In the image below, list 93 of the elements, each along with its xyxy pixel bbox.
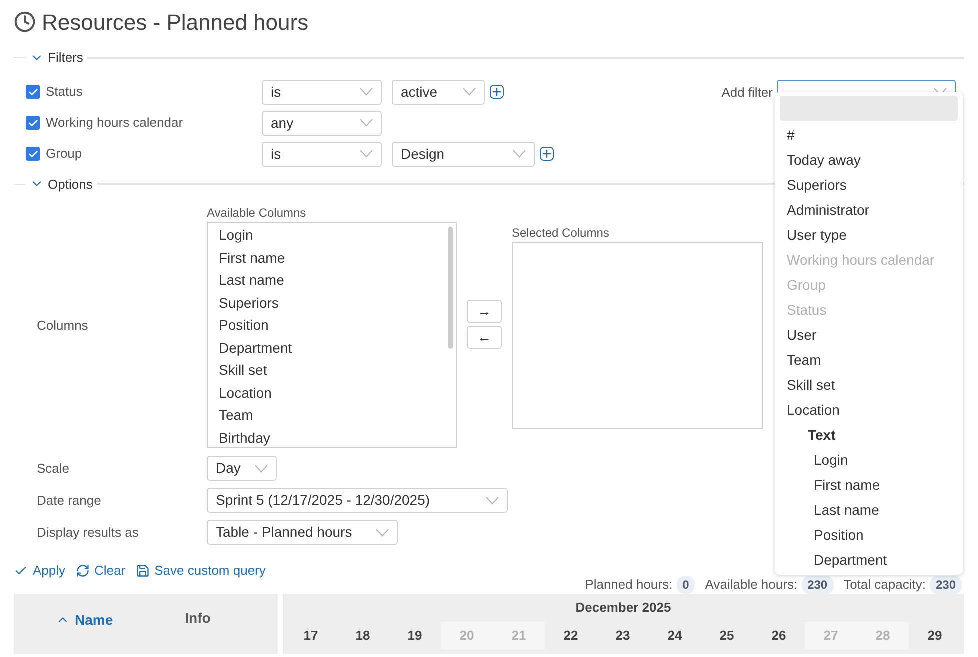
- day-header: 28: [857, 622, 909, 650]
- chevron-icon: [513, 150, 526, 158]
- clock-icon: [14, 11, 36, 33]
- menu-option[interactable]: Login: [780, 448, 958, 473]
- list-option[interactable]: Login: [208, 224, 258, 246]
- name-column-header[interactable]: Name: [56, 610, 114, 630]
- day-header: 22: [562, 626, 580, 644]
- menu-option[interactable]: User: [780, 323, 958, 348]
- list-label: Selected Columns: [512, 225, 610, 242]
- filter-label: Working hours calendar: [46, 114, 184, 132]
- action-link[interactable]: Clear: [76, 561, 126, 580]
- menu-option[interactable]: Location: [780, 398, 958, 423]
- checkbox[interactable]: [26, 85, 40, 99]
- add-value-icon[interactable]: [490, 85, 504, 99]
- summary-label: Total capacity:: [844, 576, 926, 594]
- list-option[interactable]: Superiors: [208, 292, 283, 314]
- chevron-icon: [376, 528, 389, 536]
- menu-option[interactable]: Department: [780, 548, 958, 573]
- summary-value: 0: [676, 576, 696, 594]
- day-header: 18: [354, 626, 372, 644]
- chevron-icon: [360, 119, 373, 127]
- value-select[interactable]: active: [392, 80, 485, 104]
- move-button[interactable]: →: [467, 300, 502, 323]
- list-option[interactable]: Skill set: [208, 359, 272, 382]
- option-label: Date range: [37, 492, 102, 510]
- month-heading: December 2025: [576, 598, 672, 617]
- summary-value: 230: [930, 576, 962, 594]
- day-header: 23: [614, 626, 632, 644]
- menu-option[interactable]: Administrator: [780, 198, 958, 223]
- summary-label: Planned hours:: [585, 576, 673, 594]
- value-select[interactable]: Design: [392, 142, 535, 166]
- option-select[interactable]: Sprint 5 (12/17/2025 - 12/30/2025): [207, 488, 508, 513]
- day-header: 21: [493, 622, 545, 650]
- day-header: 26: [770, 626, 788, 644]
- add-filter-label: Add filter: [722, 84, 773, 102]
- section-toggle[interactable]: Options: [26, 174, 97, 194]
- check-icon: [28, 118, 38, 128]
- option-label: Scale: [37, 460, 71, 478]
- menu-option[interactable]: Position: [780, 523, 958, 548]
- day-header: 25: [718, 626, 736, 644]
- page-title: Resources - Planned hours: [42, 8, 309, 36]
- scrollbar-thumb[interactable]: [448, 227, 453, 349]
- list-label: Available Columns: [207, 205, 308, 222]
- section-toggle[interactable]: Filters: [26, 48, 88, 68]
- chevron-icon: [360, 150, 373, 158]
- check-icon: [28, 148, 38, 160]
- action-link[interactable]: Save custom query: [136, 561, 266, 580]
- filter-label: Group: [46, 145, 82, 164]
- list-option[interactable]: Location: [208, 382, 276, 404]
- day-header: 17: [302, 626, 320, 644]
- operator-select[interactable]: any: [262, 110, 382, 136]
- option-select[interactable]: Table - Planned hours: [207, 520, 398, 545]
- available-columns-list[interactable]: Login First name Last name Superiors Position Department Skill set Location Team Birthday: [207, 222, 457, 448]
- add-value-icon[interactable]: [540, 147, 554, 161]
- move-button[interactable]: ←: [467, 326, 502, 349]
- day-header: 20: [441, 622, 493, 650]
- checkbox[interactable]: [26, 147, 40, 161]
- operator-select[interactable]: is: [262, 142, 382, 166]
- menu-option[interactable]: User type: [780, 223, 958, 248]
- list-option[interactable]: Department: [208, 336, 296, 359]
- day-header: 24: [666, 626, 684, 644]
- check-icon: [28, 86, 38, 98]
- day-header: 27: [805, 622, 857, 650]
- list-option[interactable]: Team: [208, 404, 258, 426]
- list-option[interactable]: First name: [208, 246, 290, 269]
- chevron-icon: [360, 88, 373, 96]
- info-column-header: Info: [185, 608, 211, 628]
- option-label: Display results as: [37, 524, 140, 542]
- checkbox[interactable]: [26, 116, 40, 130]
- menu-option[interactable]: Skill set: [780, 373, 958, 398]
- chevron-icon: [463, 88, 476, 96]
- option-select[interactable]: Day: [207, 456, 277, 481]
- menu-group-label: Text: [808, 426, 836, 445]
- action-link[interactable]: Apply: [14, 561, 66, 580]
- menu-option[interactable]: Superiors: [780, 173, 958, 198]
- day-header: 29: [926, 626, 944, 644]
- chevron-icon: [486, 496, 499, 504]
- menu-option[interactable]: Last name: [780, 498, 958, 523]
- operator-select[interactable]: is: [262, 80, 382, 104]
- columns-label: Columns: [37, 317, 88, 336]
- refresh-icon: [76, 564, 90, 578]
- summary-label: Available hours:: [705, 576, 798, 594]
- list-option[interactable]: Birthday: [208, 426, 274, 447]
- menu-option[interactable]: First name: [780, 473, 958, 498]
- menu-option[interactable]: Today away: [780, 148, 958, 173]
- chevron-icon: [255, 464, 268, 472]
- summary-value: 230: [802, 576, 834, 594]
- filter-label: Status: [46, 83, 83, 102]
- list-option[interactable]: Position: [208, 314, 273, 336]
- list-option[interactable]: Last name: [208, 269, 288, 292]
- menu-option[interactable]: #: [780, 123, 958, 148]
- menu-option[interactable]: Team: [780, 348, 958, 373]
- day-header: 19: [406, 626, 424, 644]
